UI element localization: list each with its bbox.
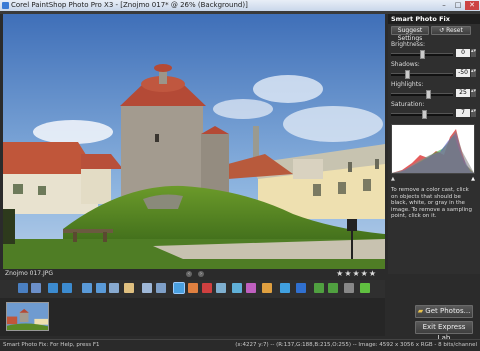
slider-thumb-1[interactable]	[405, 70, 411, 79]
white-point-marker[interactable]: ▲	[471, 176, 475, 182]
slider-track-0[interactable]	[391, 50, 453, 59]
makeover-icon[interactable]	[188, 283, 198, 293]
crop-straighten-icon[interactable]	[142, 283, 152, 293]
minimize-button[interactable]: –	[438, 1, 450, 10]
slider-label-1: Shadows:	[391, 61, 420, 68]
help-text: To remove a color cast, click on objects…	[391, 187, 473, 219]
slider-thumb-0[interactable]	[419, 50, 425, 59]
slider-value-2[interactable]: 25	[456, 89, 470, 97]
status-help-text: Smart Photo Fix: For Help, press F1	[3, 342, 100, 348]
slider-label-3: Saturation:	[391, 101, 425, 108]
smart-photo-fix-panel: Smart Photo Fix Suggest Settings ↺ Reset…	[388, 14, 480, 274]
slider-track-1[interactable]	[391, 70, 453, 79]
rating-star-4[interactable]: ★	[361, 269, 369, 278]
slider-spinner-1[interactable]: ▴▾	[471, 69, 476, 77]
one-to-one-icon[interactable]	[82, 283, 92, 293]
zoom-icon[interactable]	[109, 283, 119, 293]
slider-value-0[interactable]: 0	[456, 49, 470, 57]
histogram	[391, 124, 475, 174]
slider-track-2[interactable]	[391, 90, 453, 99]
rotate-left-icon[interactable]	[314, 283, 324, 293]
redo-icon[interactable]	[62, 283, 72, 293]
crop-icon[interactable]	[156, 283, 166, 293]
reset-button[interactable]: ↺ Reset	[431, 26, 471, 35]
image-info-row: Znojmo 017.JPG ‹ › ★★★★★	[3, 269, 385, 279]
slider-label-2: Highlights:	[391, 81, 424, 88]
file-name: Znojmo 017.JPG	[5, 270, 54, 277]
black-point-marker[interactable]: ▲	[391, 176, 395, 182]
rating-star-3[interactable]: ★	[352, 269, 360, 278]
status-bar: Smart Photo Fix: For Help, press F1 (x:4…	[0, 339, 480, 351]
pan-icon[interactable]	[124, 283, 134, 293]
straighten-icon[interactable]	[216, 283, 226, 293]
tool-bar	[0, 280, 385, 298]
exit-express-lab-button[interactable]: Exit Express Lab	[415, 321, 473, 342]
suggest-settings-button[interactable]: Suggest Settings	[391, 26, 429, 42]
slider-label-0: Brightness:	[391, 41, 425, 48]
fit-icon[interactable]	[96, 283, 106, 293]
adjust-icon[interactable]	[280, 283, 290, 293]
photo-church	[3, 14, 385, 269]
undo-icon[interactable]	[48, 283, 58, 293]
clarify-icon[interactable]	[232, 283, 242, 293]
delete-icon[interactable]	[344, 283, 354, 293]
organizer-filmstrip	[0, 298, 385, 336]
save-as-icon[interactable]	[31, 283, 41, 293]
slider-value-3[interactable]: 7	[456, 109, 470, 117]
close-button[interactable]: ✕	[465, 1, 479, 10]
maximize-button[interactable]: □	[452, 1, 464, 10]
get-photos-button[interactable]: ▰ Get Photos...	[415, 305, 473, 318]
slider-track-3[interactable]	[391, 110, 453, 119]
histogram-graph	[392, 125, 474, 173]
save-icon[interactable]	[18, 283, 28, 293]
slider-thumb-2[interactable]	[426, 90, 432, 99]
thumbnail-image	[7, 303, 48, 330]
next-image-button[interactable]: ›	[198, 271, 204, 277]
previous-image-button[interactable]: ‹	[186, 271, 192, 277]
color-icon[interactable]	[246, 283, 256, 293]
histogram-range-markers: ▲ ▲	[391, 176, 475, 182]
dodge-icon[interactable]	[262, 283, 272, 293]
title-bar: Corel PaintShop Photo Pro X3 - [Znojmo 0…	[0, 0, 480, 11]
slider-spinner-0[interactable]: ▴▾	[471, 49, 476, 57]
panel-title: Smart Photo Fix	[388, 14, 480, 24]
image-canvas[interactable]	[3, 14, 385, 269]
slider-thumb-3[interactable]	[422, 110, 428, 119]
rating-star-5[interactable]: ★	[369, 269, 377, 278]
rating-stars[interactable]: ★★★★★	[336, 269, 377, 278]
thumbnail-znojmo[interactable]	[6, 302, 49, 331]
slider-value-1[interactable]: -50	[456, 69, 470, 77]
app-icon	[2, 2, 9, 9]
slider-spinner-2[interactable]: ▴▾	[471, 89, 476, 97]
red-eye-icon[interactable]	[202, 283, 212, 293]
window-title: Corel PaintShop Photo Pro X3 - [Znojmo 0…	[11, 1, 248, 9]
share-icon[interactable]	[360, 283, 370, 293]
slider-spinner-3[interactable]: ▴▾	[471, 109, 476, 117]
smart-fix-icon[interactable]	[173, 282, 185, 294]
status-image-info: (x:4227 y:7) -- (R:137,G:188,B:215,O:255…	[235, 342, 477, 348]
blue-icon[interactable]	[296, 283, 306, 293]
rotate-right-icon[interactable]	[328, 283, 338, 293]
